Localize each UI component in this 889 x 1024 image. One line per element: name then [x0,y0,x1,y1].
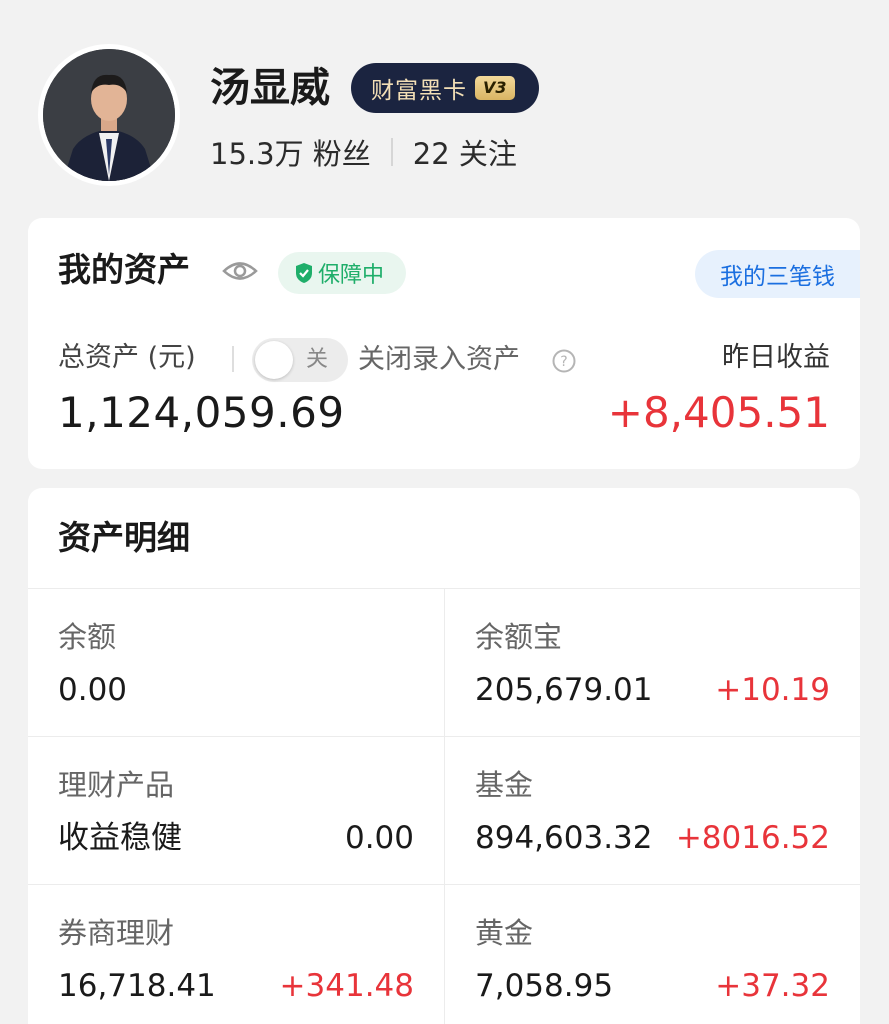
three-money-button[interactable]: 我的三笔钱 [695,250,860,298]
asset-item-label: 券商理财 [58,916,175,950]
stats-divider [390,138,393,166]
asset-item-label: 黄金 [475,916,534,950]
fans-count[interactable]: 15.3万 粉丝 [210,131,371,173]
svg-text:?: ? [560,354,567,370]
details-title: 资产明细 [58,518,190,557]
asset-item-broker-wealth[interactable]: 券商理财 16,718.41 +341.48 [28,885,444,1024]
shield-check-icon [296,263,312,283]
help-icon[interactable]: ? [552,349,576,373]
asset-item-amount: 收益稳健 [58,820,182,856]
vip-badge[interactable]: 财富黑卡 V3 [351,63,539,113]
asset-item-label: 余额宝 [475,620,563,654]
top-edge-glyph [56,0,78,4]
toggle-state-text: 关 [306,347,329,372]
total-assets-value: 1,124,059.69 [58,388,345,437]
asset-item-change: +37.32 [715,968,830,1004]
asset-item-label: 余额 [58,620,117,654]
assets-title: 我的资产 [58,250,190,289]
follow-stats: 15.3万 粉丝 22 关注 [210,130,517,174]
vip-level: V3 [475,76,515,100]
asset-item-amount: 16,718.41 [58,968,216,1004]
asset-item-change: 0.00 [344,820,414,856]
yesterday-earnings-label: 昨日收益 [722,342,830,373]
asset-item-label: 理财产品 [58,768,175,802]
guard-status-badge[interactable]: 保障中 [278,252,406,294]
asset-item-change: +341.48 [279,968,414,1004]
username: 汤显威 [210,65,330,111]
assets-page: 汤显威 财富黑卡 V3 15.3万 粉丝 22 关注 我的资产 保障中 我的三笔… [0,0,889,1024]
asset-item-change: +10.19 [715,672,830,708]
label-divider [232,346,234,372]
details-row: 余额 0.00 余额宝 205,679.01 +10.19 [28,589,860,737]
toggle-knob [255,341,293,379]
asset-details-card: 资产明细 余额 0.00 余额宝 205,679.01 +10.19 理财产品 … [28,488,860,1024]
asset-item-wealth-products[interactable]: 理财产品 收益稳健 0.00 [28,737,444,884]
asset-item-yuebao[interactable]: 余额宝 205,679.01 +10.19 [444,589,860,736]
asset-item-label: 基金 [475,768,534,802]
asset-item-amount: 7,058.95 [475,968,614,1004]
asset-item-amount: 205,679.01 [475,672,653,708]
my-assets-card: 我的资产 保障中 我的三笔钱 总资产 (元) 关 关闭录入资产 ? 1,124,… [28,218,860,469]
eye-icon[interactable] [222,258,258,284]
asset-item-amount: 0.00 [58,672,128,708]
yesterday-earnings-value: +8,405.51 [607,388,830,437]
details-row: 券商理财 16,718.41 +341.48 黄金 7,058.95 +37.3… [28,885,860,1024]
asset-details-grid: 余额 0.00 余额宝 205,679.01 +10.19 理财产品 收益稳健 … [28,588,860,1024]
details-row: 理财产品 收益稳健 0.00 基金 894,603.32 +8016.52 [28,737,860,885]
asset-item-change: +8016.52 [675,820,830,856]
asset-item-gold[interactable]: 黄金 7,058.95 +37.32 [444,885,860,1024]
guard-label: 保障中 [318,263,385,288]
vip-label: 财富黑卡 [371,78,467,104]
asset-item-balance[interactable]: 余额 0.00 [28,589,444,736]
total-assets-label: 总资产 (元) [58,342,196,373]
avatar-image [43,49,175,181]
close-entry-label: 关闭录入资产 [358,344,520,375]
following-count[interactable]: 22 关注 [413,131,517,173]
avatar[interactable] [38,44,180,186]
asset-item-amount: 894,603.32 [475,820,653,856]
asset-entry-toggle[interactable]: 关 [252,338,348,382]
asset-item-funds[interactable]: 基金 894,603.32 +8016.52 [444,737,860,884]
